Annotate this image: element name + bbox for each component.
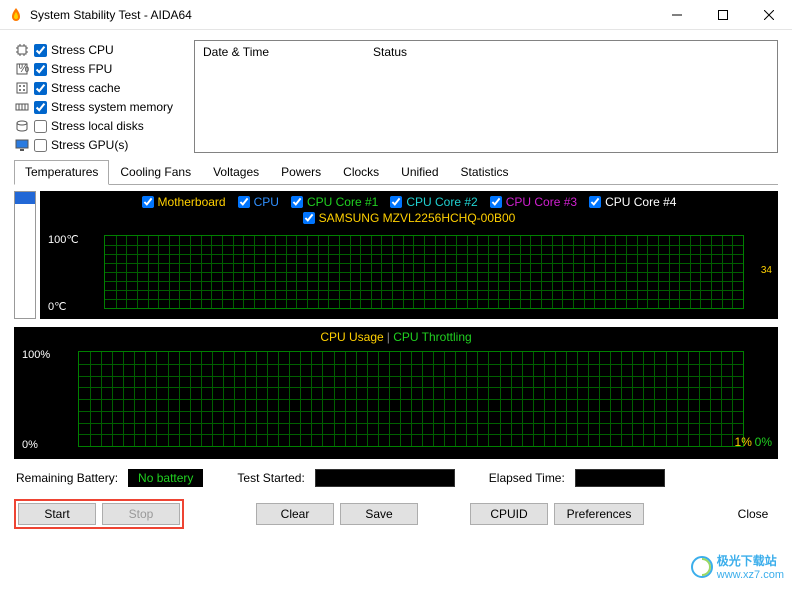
- stress-options: Stress CPU % Stress FPU Stress cache Str…: [14, 40, 186, 153]
- titlebar: System Stability Test - AIDA64: [0, 0, 792, 30]
- stress-cache-checkbox[interactable]: [34, 82, 47, 95]
- stress-fpu-checkbox[interactable]: [34, 63, 47, 76]
- usage-ytop: 100%: [22, 349, 74, 361]
- close-button[interactable]: Close: [728, 504, 778, 524]
- stress-memory-checkbox[interactable]: [34, 101, 47, 114]
- cache-icon: [14, 80, 30, 96]
- stress-memory-label: Stress system memory: [51, 100, 173, 114]
- legend-core1-checkbox[interactable]: [291, 196, 303, 208]
- event-log[interactable]: Date & Time Status: [194, 40, 778, 153]
- elapsed-time-label: Elapsed Time:: [489, 471, 565, 485]
- preferences-button[interactable]: Preferences: [554, 503, 644, 525]
- stress-disk-label: Stress local disks: [51, 119, 144, 133]
- legend-ssd-label: SAMSUNG MZVL2256HCHQ-00B00: [319, 211, 516, 225]
- stress-cache-label: Stress cache: [51, 81, 120, 95]
- legend-cpu-throttling: CPU Throttling: [393, 330, 471, 344]
- tab-clocks[interactable]: Clocks: [332, 160, 390, 185]
- log-column-status: Status: [373, 45, 769, 59]
- tab-unified[interactable]: Unified: [390, 160, 449, 185]
- window-buttons: [654, 0, 792, 30]
- disk-icon: [14, 118, 30, 134]
- legend-core2-label: CPU Core #2: [406, 195, 477, 209]
- test-started-label: Test Started:: [237, 471, 304, 485]
- start-stop-highlight: Start Stop: [14, 499, 184, 529]
- legend-ssd-checkbox[interactable]: [303, 212, 315, 224]
- battery-value: No battery: [128, 469, 203, 487]
- cpu-usage-graph: CPU Usage | CPU Throttling 100% 0% 1% 0%: [14, 327, 778, 459]
- window-title: System Stability Test - AIDA64: [30, 8, 654, 22]
- legend-core2-checkbox[interactable]: [390, 196, 402, 208]
- minimize-button[interactable]: [654, 0, 700, 30]
- stress-gpu-label: Stress GPU(s): [51, 138, 128, 152]
- legend-motherboard-label: Motherboard: [158, 195, 226, 209]
- svg-text:%: %: [19, 62, 30, 75]
- status-row: Remaining Battery: No battery Test Start…: [14, 459, 778, 495]
- legend-core4-label: CPU Core #4: [605, 195, 676, 209]
- fpu-icon: %: [14, 61, 30, 77]
- battery-label: Remaining Battery:: [16, 471, 118, 485]
- legend-core4-checkbox[interactable]: [589, 196, 601, 208]
- elapsed-time-value: [575, 469, 665, 487]
- legend-core3-checkbox[interactable]: [490, 196, 502, 208]
- tab-powers[interactable]: Powers: [270, 160, 332, 185]
- legend-cpu-checkbox[interactable]: [238, 196, 250, 208]
- temp-ytop: 100℃: [48, 233, 100, 246]
- temperature-graph: Motherboard CPU CPU Core #1 CPU Core #2 …: [40, 191, 778, 319]
- clear-button[interactable]: Clear: [256, 503, 334, 525]
- stop-button[interactable]: Stop: [102, 503, 180, 525]
- temp-ybot: 0℃: [48, 300, 100, 313]
- temp-current-value: 34: [761, 265, 772, 276]
- legend-core3-label: CPU Core #3: [506, 195, 577, 209]
- sensor-list-strip[interactable]: [14, 191, 36, 319]
- log-column-datetime: Date & Time: [203, 45, 373, 59]
- legend-core1-label: CPU Core #1: [307, 195, 378, 209]
- start-button[interactable]: Start: [18, 503, 96, 525]
- close-window-button[interactable]: [746, 0, 792, 30]
- legend-cpu-label: CPU: [254, 195, 279, 209]
- usage-ybot: 0%: [22, 439, 74, 451]
- tab-voltages[interactable]: Voltages: [202, 160, 270, 185]
- gpu-monitor-icon: [14, 137, 30, 153]
- legend-motherboard-checkbox[interactable]: [142, 196, 154, 208]
- stress-disk-checkbox[interactable]: [34, 120, 47, 133]
- legend-cpu-usage: CPU Usage: [320, 330, 383, 344]
- cpuid-button[interactable]: CPUID: [470, 503, 548, 525]
- tab-statistics[interactable]: Statistics: [450, 160, 520, 185]
- usage-current-1: 1%: [735, 435, 752, 449]
- usage-current-2: 0%: [755, 435, 772, 449]
- memory-icon: [14, 99, 30, 115]
- app-icon: [8, 7, 24, 23]
- graph-tabs: Temperatures Cooling Fans Voltages Power…: [14, 159, 778, 185]
- tab-cooling-fans[interactable]: Cooling Fans: [109, 160, 202, 185]
- tab-temperatures[interactable]: Temperatures: [14, 160, 109, 185]
- save-button[interactable]: Save: [340, 503, 418, 525]
- test-started-value: [315, 469, 455, 487]
- button-row: Start Stop Clear Save CPUID Preferences …: [14, 495, 778, 529]
- stress-cpu-label: Stress CPU: [51, 43, 114, 57]
- stress-cpu-checkbox[interactable]: [34, 44, 47, 57]
- stress-gpu-checkbox[interactable]: [34, 139, 47, 152]
- cpu-chip-icon: [14, 42, 30, 58]
- maximize-button[interactable]: [700, 0, 746, 30]
- stress-fpu-label: Stress FPU: [51, 62, 112, 76]
